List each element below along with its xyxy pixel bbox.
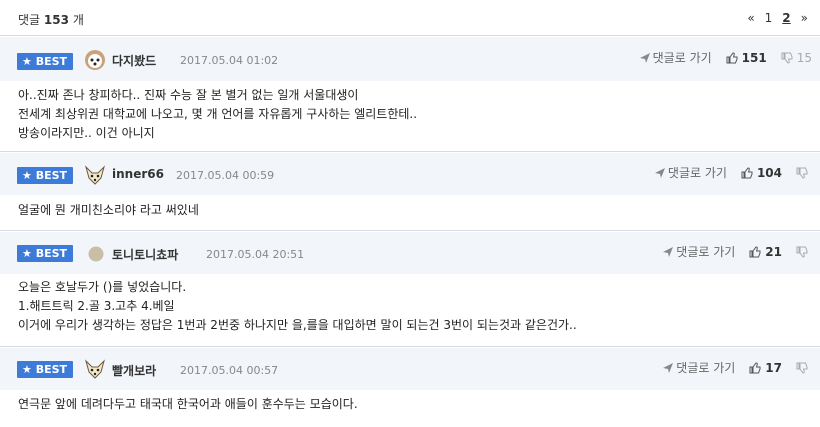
comment-line: 연극문 앞에 데려다두고 태국대 한국어과 애들이 훈수두는 모습이다.	[18, 397, 358, 411]
dislike-button[interactable]	[796, 362, 812, 374]
reply-label: 댓글로 가기	[667, 166, 727, 180]
nickname[interactable]: 토니토니쵸파	[112, 246, 178, 263]
best-badge-label: BEST	[35, 169, 68, 182]
comment-line: 전세계 최상위권 대학교에 나오고, 몇 개 언어를 자유롭게 구사하는 엘리트…	[18, 107, 418, 121]
pagination: « 1 2 »	[747, 11, 808, 25]
comment-date: 2017.05.04 00:57	[180, 364, 279, 377]
thumbs-down-icon	[796, 167, 808, 179]
comment-line: 아..진짜 존나 창피하다.. 진짜 수능 잘 본 별거 없는 일개 서울대생이	[18, 88, 359, 102]
like-button[interactable]: 17	[749, 361, 782, 375]
dislike-button[interactable]: 15	[781, 51, 812, 65]
comment-item: ★ BEST 다지봤드 2017.05.04 01:02 댓글로 가기 151 …	[0, 37, 820, 152]
comment-item: ★ BEST 토니토니쵸파 2017.05.04 20:51 댓글로 가기 21…	[0, 232, 820, 347]
comment-line: 얼굴에 뭔 개미친소리야 라고 써있네	[18, 203, 199, 217]
comment-actions: 댓글로 가기 17	[663, 359, 812, 376]
dislike-button[interactable]	[796, 246, 812, 258]
send-icon	[663, 362, 674, 373]
send-icon	[639, 52, 650, 63]
comment-header: 댓글 153 개 « 1 2 »	[0, 0, 820, 36]
reply-label: 댓글로 가기	[652, 51, 712, 65]
like-count: 104	[756, 165, 782, 180]
dislike-count: 15	[796, 50, 812, 65]
comment-item: ★ BEST inner66 2017.05.04 00:59 댓글로 가기 1…	[0, 153, 820, 231]
comment-count-number: 153	[43, 13, 69, 27]
like-count: 151	[741, 50, 767, 65]
nickname[interactable]: 다지봤드	[112, 52, 156, 69]
comment-body: 오늘은 호날두가 ()를 넣었습니다. 1.해트트릭 2.골 3.고추 4.베일…	[18, 278, 577, 335]
thumbs-up-icon	[749, 245, 761, 257]
pager-first-button[interactable]: «	[747, 11, 754, 25]
nickname[interactable]: 빨개보라	[112, 362, 156, 379]
comment-item: ★ BEST 빨개보라 2017.05.04 00:57 댓글로 가기 17 연…	[0, 348, 820, 427]
nickname[interactable]: inner66	[112, 167, 164, 181]
reply-label: 댓글로 가기	[676, 361, 736, 375]
thumbs-down-icon	[796, 362, 808, 374]
like-count: 17	[765, 360, 782, 375]
comment-body: 아..진짜 존나 창피하다.. 진짜 수능 잘 본 별거 없는 일개 서울대생이…	[18, 86, 417, 143]
comment-date: 2017.05.04 20:51	[206, 248, 305, 261]
best-badge: ★ BEST	[17, 167, 74, 184]
pager-page-1[interactable]: 1	[765, 11, 773, 25]
comment-count: 댓글 153 개	[18, 11, 84, 28]
send-icon	[663, 246, 674, 257]
comment-actions: 댓글로 가기 151 15	[639, 49, 812, 66]
thumbs-up-icon	[749, 361, 761, 373]
best-badge: ★ BEST	[17, 245, 74, 262]
pager-last-button[interactable]: »	[801, 11, 808, 25]
comment-body: 얼굴에 뭔 개미친소리야 라고 써있네	[18, 201, 199, 220]
comment-line: 오늘은 호날두가 ()를 넣었습니다.	[18, 280, 187, 294]
like-button[interactable]: 21	[749, 245, 782, 259]
comment-date: 2017.05.04 01:02	[180, 54, 279, 67]
thumbs-up-icon	[741, 166, 753, 178]
reply-link[interactable]: 댓글로 가기	[663, 359, 735, 376]
reply-link[interactable]: 댓글로 가기	[654, 164, 727, 181]
comment-line: 방송이라지만.. 이건 아니지	[18, 126, 155, 140]
comment-date: 2017.05.04 00:59	[176, 169, 275, 182]
avatar[interactable]	[88, 246, 104, 262]
avatar[interactable]	[84, 164, 106, 186]
send-icon	[654, 167, 665, 178]
reply-link[interactable]: 댓글로 가기	[639, 49, 712, 66]
thumbs-down-icon	[796, 246, 808, 258]
reply-label: 댓글로 가기	[676, 245, 736, 259]
best-badge-label: BEST	[35, 55, 68, 68]
dislike-button[interactable]	[796, 167, 812, 179]
avatar[interactable]	[84, 358, 106, 380]
best-badge: ★ BEST	[17, 361, 74, 378]
comment-count-unit: 개	[72, 13, 84, 27]
pager-page-2[interactable]: 2	[782, 11, 790, 25]
best-badge: ★ BEST	[17, 53, 74, 70]
thumbs-down-icon	[781, 52, 793, 64]
avatar[interactable]	[84, 49, 106, 71]
comment-body: 연극문 앞에 데려다두고 태국대 한국어과 애들이 훈수두는 모습이다.	[18, 395, 358, 414]
comment-line: 1.해트트릭 2.골 3.고추 4.베일	[18, 299, 175, 313]
thumbs-up-icon	[726, 51, 738, 63]
comment-actions: 댓글로 가기 21	[663, 243, 812, 260]
like-button[interactable]: 151	[726, 51, 767, 65]
like-button[interactable]: 104	[741, 166, 782, 180]
best-badge-label: BEST	[35, 363, 68, 376]
best-badge-label: BEST	[35, 247, 68, 260]
comment-line: 이거에 우리가 생각하는 정답은 1번과 2번중 하나지만 을,를을 대입하면 …	[18, 318, 577, 332]
like-count: 21	[765, 244, 782, 259]
comment-actions: 댓글로 가기 104	[654, 164, 812, 181]
reply-link[interactable]: 댓글로 가기	[663, 243, 735, 260]
comment-count-label: 댓글	[18, 13, 41, 27]
